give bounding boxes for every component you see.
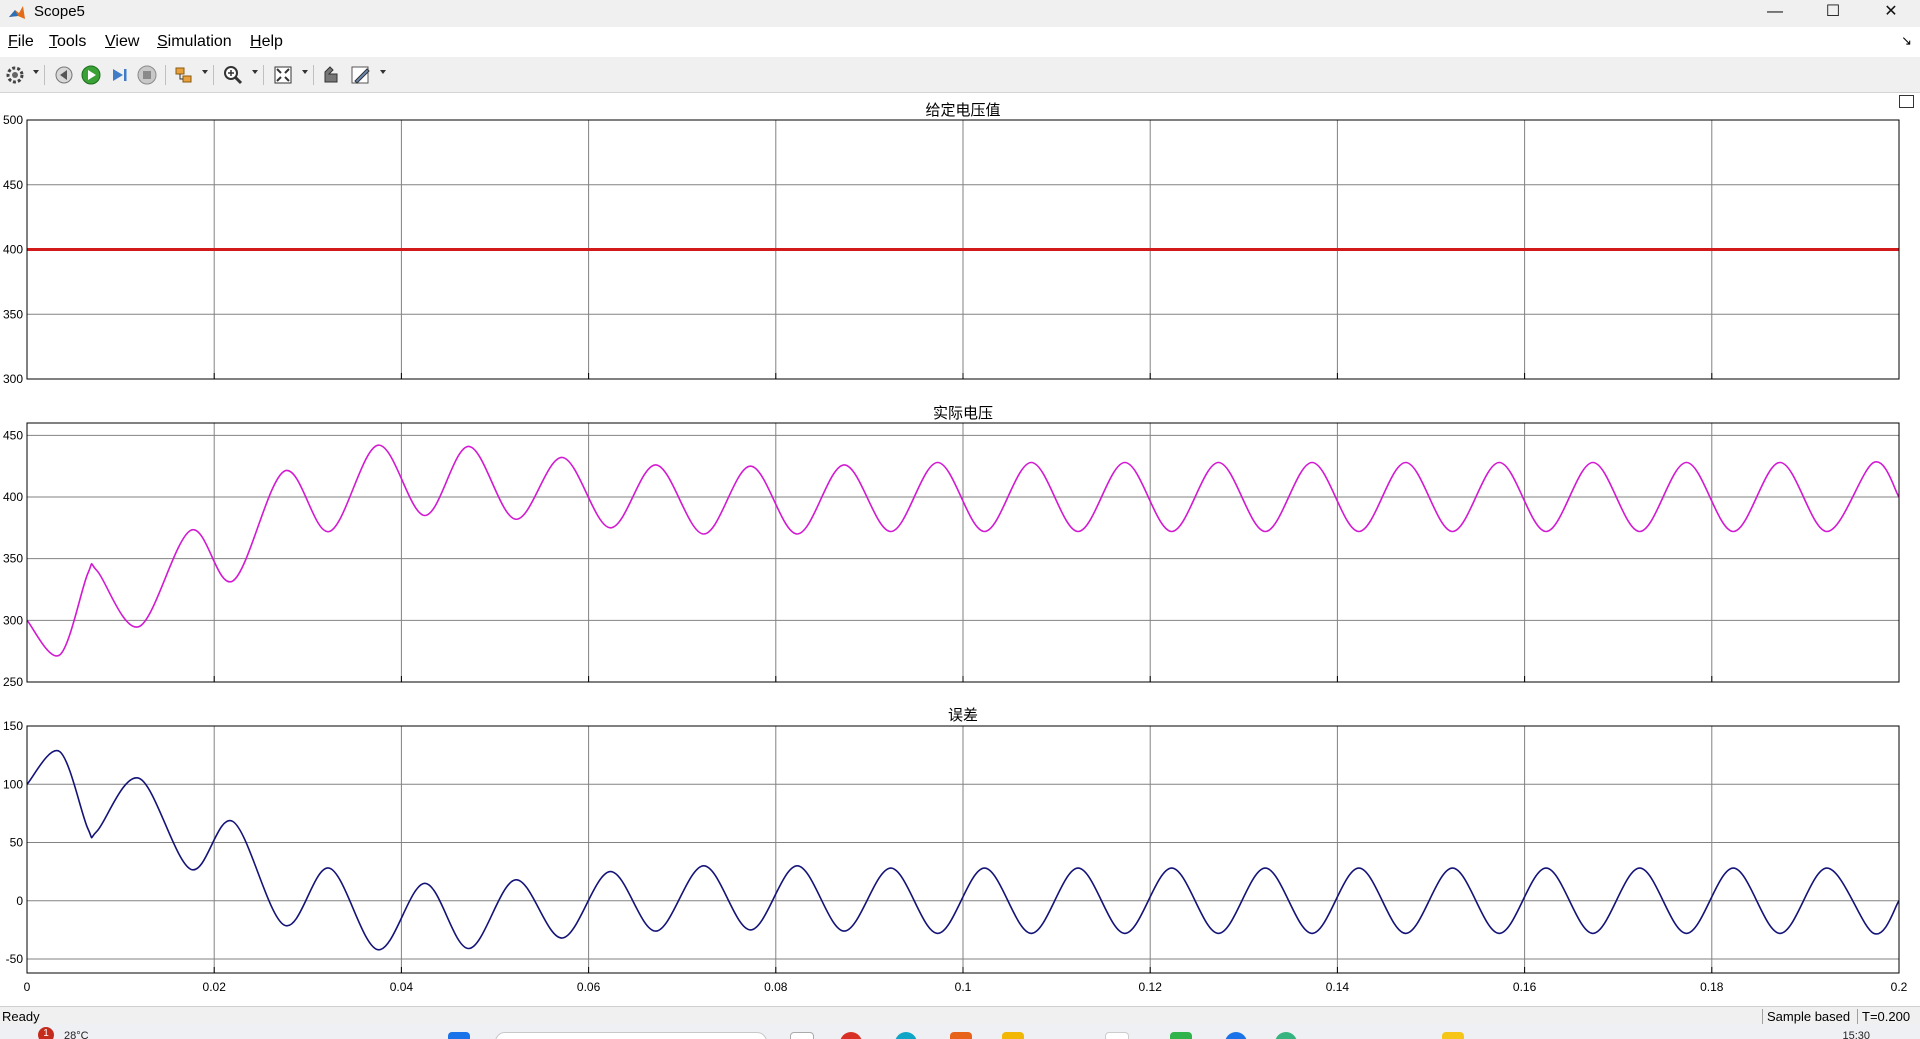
axes-title: 误差 (948, 706, 978, 724)
menu-help-label: elp (261, 33, 283, 50)
toolbar-separator (313, 65, 314, 85)
browser-icon[interactable] (840, 1032, 862, 1039)
x-tick-label: 0.12 (1139, 980, 1163, 994)
y-tick-label: 450 (3, 178, 23, 192)
matlab-icon (9, 6, 25, 19)
y-tick-label: 350 (3, 307, 23, 321)
axes-given-voltage[interactable]: 给定电压值 300 350 400 450 500 (3, 101, 1900, 386)
menu-view-label: iew (115, 33, 140, 50)
axes-title: 给定电压值 (925, 101, 1000, 119)
x-tick-label: 0.18 (1700, 980, 1724, 994)
clock: 15:30 (1842, 1030, 1870, 1039)
menu-simulation-label: imulation (167, 33, 232, 50)
chevron-down-icon[interactable] (202, 70, 208, 74)
toolbar-separator (263, 65, 264, 85)
y-tick-label: 400 (3, 243, 23, 257)
autoscale-icon[interactable] (272, 64, 294, 86)
status-bar: Ready Sample based T=0.200 (0, 1006, 1920, 1024)
sample-mode-cell: Sample based (1762, 1009, 1850, 1024)
toolbar-separator (44, 65, 45, 85)
gear-icon[interactable] (4, 64, 26, 86)
x-tick-label: 0.08 (764, 980, 788, 994)
menu-bar: File Tools View Simulation Help ↘ (0, 27, 1920, 57)
chevron-down-icon[interactable] (33, 70, 39, 74)
y-tick-label: -50 (6, 952, 24, 966)
taskbar-search-input[interactable] (495, 1032, 767, 1039)
sim-time-cell: T=0.200 (1857, 1009, 1910, 1024)
notification-badge: 1 (38, 1027, 54, 1039)
y-tick-label: 0 (16, 894, 23, 908)
step-forward-icon[interactable] (108, 64, 130, 86)
y-tick-label: 300 (3, 372, 23, 386)
stop-icon[interactable] (136, 64, 158, 86)
x-tick-label: 0.02 (203, 980, 227, 994)
axes-error[interactable]: 误差 -500501001500 0.02 0.04 0.06 0.08 0.1 0.12 0… (3, 706, 1908, 994)
maximize-button[interactable]: ☐ (1804, 0, 1862, 27)
menu-simulation-accel: S (157, 33, 168, 50)
edit-icon[interactable] (350, 64, 372, 86)
chevron-down-icon[interactable] (252, 70, 258, 74)
menu-tools[interactable]: Tools (49, 33, 86, 51)
start-icon[interactable] (448, 1032, 470, 1039)
y-tick-label: 350 (3, 552, 23, 566)
status-text: Ready (2, 1009, 40, 1024)
legend-icon[interactable] (321, 64, 343, 86)
axes-actual-voltage[interactable]: 实际电压 250 300 350 400 450 (3, 404, 1900, 689)
minimize-button[interactable]: — (1746, 0, 1804, 27)
menu-file-accel: F (8, 33, 18, 50)
chevron-down-icon[interactable] (302, 70, 308, 74)
menu-help-accel: H (250, 33, 262, 50)
axes-title: 实际电压 (933, 404, 993, 422)
menu-simulation[interactable]: Simulation (157, 33, 232, 51)
x-tick-label: 0 (24, 980, 31, 994)
weather-text[interactable]: 28°C (64, 1030, 89, 1039)
y-tick-label: 400 (3, 490, 23, 504)
step-back-icon[interactable] (53, 64, 75, 86)
y-tick-label: 250 (3, 675, 23, 689)
menu-tools-label: ools (57, 33, 87, 50)
menu-file-label: ile (17, 33, 34, 50)
folder-icon[interactable] (1002, 1032, 1024, 1039)
run-icon[interactable] (80, 64, 102, 86)
y-tick-label: 450 (3, 428, 23, 442)
window-title: Scope5 (34, 3, 85, 20)
toolbar (0, 57, 1920, 93)
menu-help[interactable]: Help (250, 33, 283, 51)
zoom-icon[interactable] (222, 64, 244, 86)
x-tick-label: 0.14 (1326, 980, 1350, 994)
x-tick-label: 0.04 (390, 980, 414, 994)
file-icon[interactable] (790, 1032, 814, 1039)
x-tick-label: 0.06 (577, 980, 601, 994)
app-icon[interactable] (1225, 1032, 1247, 1039)
x-tick-label: 0.2 (1891, 980, 1908, 994)
x-tick-label: 0.16 (1513, 980, 1537, 994)
edge-icon[interactable] (895, 1032, 917, 1039)
menu-file[interactable]: File (8, 33, 34, 51)
highlight-icon[interactable] (173, 64, 195, 86)
menu-tools-accel: T (49, 33, 57, 50)
scope-plot-area: 给定电压值 300350400450500 实际电压 2503003504004… (3, 101, 1908, 994)
toolbar-separator (213, 65, 214, 85)
taskbar: 1 28°C 15:30 (0, 1024, 1920, 1039)
app-icon[interactable] (1442, 1032, 1464, 1039)
x-tick-label: 0.1 (955, 980, 972, 994)
y-tick-label: 50 (10, 836, 24, 850)
office-icon[interactable] (950, 1032, 972, 1039)
wechat-icon[interactable] (1170, 1032, 1192, 1039)
menu-view[interactable]: View (105, 33, 139, 51)
menu-view-accel: V (105, 33, 116, 50)
app-icon[interactable] (1275, 1032, 1297, 1039)
chevron-down-icon[interactable] (380, 70, 386, 74)
menu-overflow-icon[interactable]: ↘ (1901, 33, 1912, 49)
title-bar: Scope5 — ☐ ✕ (0, 0, 1920, 27)
y-tick-label: 150 (3, 719, 23, 733)
y-tick-label: 100 (3, 777, 23, 791)
toolbar-separator (165, 65, 166, 85)
y-tick-label: 500 (3, 113, 23, 127)
close-button[interactable]: ✕ (1862, 0, 1920, 27)
y-tick-label: 300 (3, 613, 23, 627)
matlab-taskbar-icon[interactable] (1105, 1032, 1129, 1039)
